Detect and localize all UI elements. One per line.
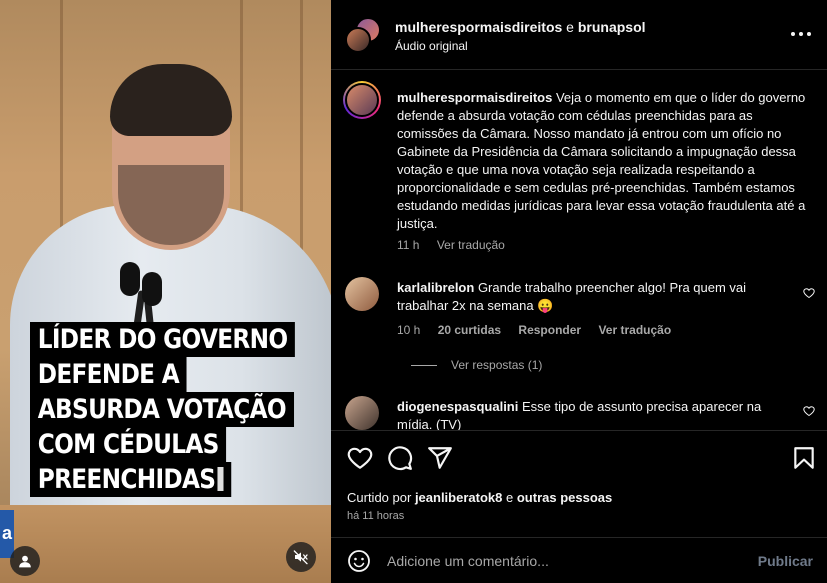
avatar[interactable] (345, 277, 379, 311)
post-caption: mulherespormaisdireitos Veja o momento e… (343, 81, 815, 263)
dot (791, 32, 795, 36)
headline-line-last: PREENCHIDAS (30, 462, 232, 497)
view-replies-button[interactable]: Ver respostas (1) (411, 358, 542, 372)
translate-link[interactable]: Ver tradução (598, 323, 671, 337)
headline-line: LÍDER DO GOVERNO (30, 322, 296, 357)
channel-logo-text: a (2, 523, 13, 543)
tagged-people-button[interactable] (10, 546, 40, 576)
comment-text: diogenespasqualini Esse tipo de assunto … (397, 398, 797, 430)
speaker-hair (110, 64, 232, 136)
dual-avatar[interactable] (345, 17, 381, 53)
podium (0, 505, 331, 583)
share-icon[interactable] (427, 445, 453, 471)
comment-time: 10 h (397, 323, 421, 337)
comment-username[interactable]: diogenespasqualini (397, 399, 518, 414)
post-actions: Curtido por jeanliberatok8 e outras pess… (331, 430, 827, 536)
post-timestamp: há 11 horas (347, 510, 405, 522)
liked-by-prefix: Curtido por (347, 490, 412, 505)
avatar[interactable] (343, 81, 381, 119)
publish-button[interactable]: Publicar (758, 553, 813, 569)
emoji-icon[interactable] (347, 549, 371, 573)
audio-link[interactable]: Áudio original (395, 39, 468, 53)
avatar[interactable] (345, 396, 379, 430)
author-link[interactable]: brunapsol (578, 19, 646, 35)
avatar (345, 27, 371, 53)
view-replies-label: Ver respostas (1) (451, 358, 543, 372)
caption-text: mulherespormaisdireitos Veja o momento e… (397, 89, 809, 233)
text-cursor (217, 467, 224, 491)
add-comment-bar: Publicar (331, 537, 827, 583)
post-authors: mulherespormaisdireitos e brunapsol (395, 19, 646, 35)
liked-by-others-link[interactable]: outras pessoas (517, 490, 612, 505)
headline-line: DEFENDE A (30, 357, 187, 392)
bookmark-icon[interactable] (791, 445, 817, 471)
headline-line: ABSURDA VOTAÇÃO (30, 392, 294, 427)
person-icon (19, 555, 31, 568)
comments-list[interactable]: mulherespormaisdireitos Veja o momento e… (331, 71, 827, 430)
replies-dash (411, 364, 437, 366)
post-details-panel: mulherespormaisdireitos e brunapsol Áudi… (331, 0, 827, 583)
caption-meta: 11 h Ver tradução (397, 238, 519, 252)
caption-body: Veja o momento em que o líder do governo… (397, 90, 806, 231)
mute-button[interactable] (286, 542, 316, 572)
like-comment-heart-icon[interactable] (803, 405, 815, 417)
comment-item: diogenespasqualini Esse tipo de assunto … (345, 395, 815, 430)
comment-text: karlalibrelon Grande trabalho preencher … (397, 279, 797, 315)
like-comment-heart-icon[interactable] (803, 287, 815, 299)
microphone-icon (142, 272, 162, 306)
microphone-icon (120, 262, 140, 296)
reply-button[interactable]: Responder (518, 323, 581, 337)
heart-icon[interactable] (347, 445, 373, 471)
author-link[interactable]: mulherespormaisdireitos (395, 19, 562, 35)
comment-username[interactable]: karlalibrelon (397, 280, 474, 295)
more-options-icon[interactable] (789, 24, 813, 44)
comment-item: karlalibrelon Grande trabalho preencher … (345, 276, 815, 386)
muted-speaker-icon (293, 550, 308, 565)
headline-line: COM CÉDULAS (30, 427, 227, 462)
comment-likes[interactable]: 20 curtidas (438, 323, 501, 337)
post-video[interactable]: a LÍDER DO GOVERNO DEFENDE A ABSURDA VOT… (0, 0, 331, 583)
liked-by-and: e (506, 490, 514, 505)
avatar-image (345, 83, 379, 117)
dot (807, 32, 811, 36)
video-headline: LÍDER DO GOVERNO DEFENDE A ABSURDA VOTAÇ… (30, 322, 331, 497)
liked-by-summary: Curtido por jeanliberatok8 e outras pess… (347, 490, 612, 505)
liked-by-user-link[interactable]: jeanliberatok8 (415, 490, 502, 505)
dot (799, 32, 803, 36)
caption-time: 11 h (397, 238, 420, 252)
headline-line-text: PREENCHIDAS (37, 464, 216, 495)
post-header: mulherespormaisdireitos e brunapsol Áudi… (331, 0, 827, 70)
authors-conjunction: e (566, 19, 574, 35)
comment-meta: 10 h 20 curtidas Responder Ver tradução (397, 323, 685, 337)
comment-icon[interactable] (387, 445, 413, 471)
translate-link[interactable]: Ver tradução (437, 238, 505, 252)
comment-input[interactable] (387, 550, 727, 572)
caption-username[interactable]: mulherespormaisdireitos (397, 90, 552, 105)
